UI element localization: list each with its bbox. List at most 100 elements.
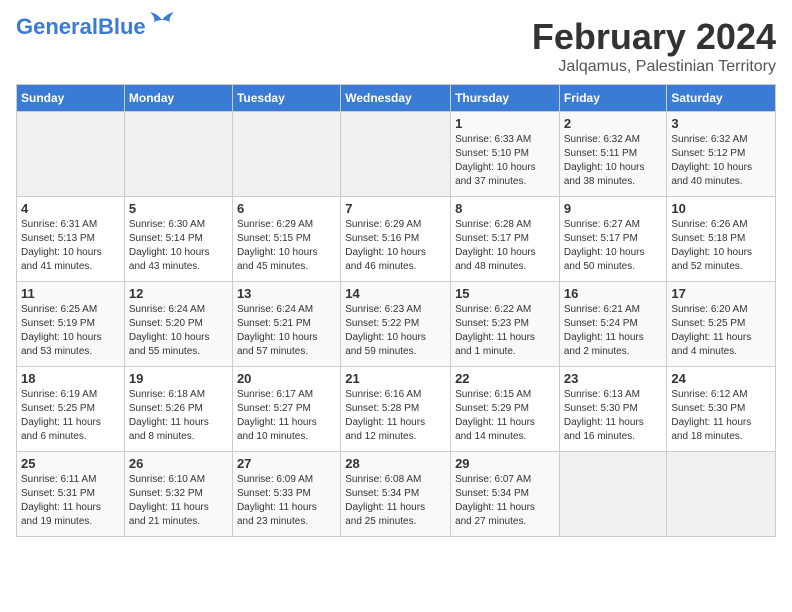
- logo-blue: Blue: [98, 14, 146, 39]
- day-cell: 29Sunrise: 6:07 AM Sunset: 5:34 PM Dayli…: [451, 452, 560, 537]
- day-cell: [559, 452, 667, 537]
- day-number: 18: [21, 371, 120, 386]
- week-row-1: 1 Sunrise: 6:33 AM Sunset: 5:10 PM Daylig…: [17, 112, 776, 197]
- day-info: Sunrise: 6:32 AM Sunset: 5:12 PM Dayligh…: [671, 133, 771, 189]
- day-cell: 20 Sunrise: 6:17 AM Sunset: 5:27 PM Dayli…: [232, 367, 340, 452]
- day-number: 19: [129, 371, 228, 386]
- day-header-sunday: Sunday: [17, 85, 125, 112]
- day-cell: 6 Sunrise: 6:29 AM Sunset: 5:15 PM Daylig…: [232, 197, 340, 282]
- day-cell: 28 Sunrise: 6:08 AM Sunset: 5:34 PM Dayli…: [341, 452, 451, 537]
- day-info: Sunrise: 6:17 AM Sunset: 5:27 PM Dayligh…: [237, 388, 336, 444]
- day-number: 29: [455, 456, 555, 471]
- day-info: Sunrise: 6:24 AM Sunset: 5:20 PM Dayligh…: [129, 303, 228, 359]
- day-info: Sunrise: 6:19 AM Sunset: 5:25 PM Dayligh…: [21, 388, 120, 444]
- day-cell: 14 Sunrise: 6:23 AM Sunset: 5:22 PM Dayli…: [341, 282, 451, 367]
- day-cell: 3 Sunrise: 6:32 AM Sunset: 5:12 PM Daylig…: [667, 112, 776, 197]
- day-info: Sunrise: 6:21 AM Sunset: 5:24 PM Dayligh…: [564, 303, 663, 359]
- day-cell: 13 Sunrise: 6:24 AM Sunset: 5:21 PM Dayli…: [232, 282, 340, 367]
- day-number: 24: [671, 371, 771, 386]
- day-info: Sunrise: 6:13 AM Sunset: 5:30 PM Dayligh…: [564, 388, 663, 444]
- logo-bird-icon: [148, 12, 176, 34]
- day-number: 20: [237, 371, 336, 386]
- day-cell: 8 Sunrise: 6:28 AM Sunset: 5:17 PM Daylig…: [451, 197, 560, 282]
- week-row-4: 18 Sunrise: 6:19 AM Sunset: 5:25 PM Dayli…: [17, 367, 776, 452]
- title-section: February 2024 Jalqamus, Palestinian Terr…: [532, 16, 776, 76]
- day-cell: 12 Sunrise: 6:24 AM Sunset: 5:20 PM Dayli…: [124, 282, 232, 367]
- day-cell: 5Sunrise: 6:30 AM Sunset: 5:14 PM Daylig…: [124, 197, 232, 282]
- day-cell: [341, 112, 451, 197]
- day-header-saturday: Saturday: [667, 85, 776, 112]
- day-header-monday: Monday: [124, 85, 232, 112]
- day-info: Sunrise: 6:32 AM Sunset: 5:11 PM Dayligh…: [564, 133, 663, 189]
- day-cell: [17, 112, 125, 197]
- day-number: 10: [671, 201, 771, 216]
- day-number: 27: [237, 456, 336, 471]
- day-number: 5: [129, 201, 228, 216]
- week-row-3: 11Sunrise: 6:25 AM Sunset: 5:19 PM Dayli…: [17, 282, 776, 367]
- day-info: Sunrise: 6:33 AM Sunset: 5:10 PM Dayligh…: [455, 133, 555, 189]
- day-cell: 1 Sunrise: 6:33 AM Sunset: 5:10 PM Daylig…: [451, 112, 560, 197]
- day-number: 7: [345, 201, 446, 216]
- day-cell: [232, 112, 340, 197]
- day-number: 1: [455, 116, 555, 131]
- day-info: Sunrise: 6:26 AM Sunset: 5:18 PM Dayligh…: [671, 218, 771, 274]
- day-info: Sunrise: 6:09 AM Sunset: 5:33 PM Dayligh…: [237, 473, 336, 529]
- logo-general: General: [16, 14, 98, 39]
- day-number: 16: [564, 286, 663, 301]
- day-info: Sunrise: 6:08 AM Sunset: 5:34 PM Dayligh…: [345, 473, 446, 529]
- day-number: 22: [455, 371, 555, 386]
- day-info: Sunrise: 6:18 AM Sunset: 5:26 PM Dayligh…: [129, 388, 228, 444]
- day-cell: 26 Sunrise: 6:10 AM Sunset: 5:32 PM Dayli…: [124, 452, 232, 537]
- day-number: 8: [455, 201, 555, 216]
- day-cell: 16 Sunrise: 6:21 AM Sunset: 5:24 PM Dayli…: [559, 282, 667, 367]
- day-cell: 9 Sunrise: 6:27 AM Sunset: 5:17 PM Daylig…: [559, 197, 667, 282]
- day-cell: 18 Sunrise: 6:19 AM Sunset: 5:25 PM Dayli…: [17, 367, 125, 452]
- days-header-row: SundayMondayTuesdayWednesdayThursdayFrid…: [17, 85, 776, 112]
- day-cell: 4Sunrise: 6:31 AM Sunset: 5:13 PM Daylig…: [17, 197, 125, 282]
- day-cell: 10 Sunrise: 6:26 AM Sunset: 5:18 PM Dayli…: [667, 197, 776, 282]
- day-number: 6: [237, 201, 336, 216]
- day-info: Sunrise: 6:23 AM Sunset: 5:22 PM Dayligh…: [345, 303, 446, 359]
- day-info: Sunrise: 6:11 AM Sunset: 5:31 PM Dayligh…: [21, 473, 120, 529]
- day-info: Sunrise: 6:12 AM Sunset: 5:30 PM Dayligh…: [671, 388, 771, 444]
- day-info: Sunrise: 6:29 AM Sunset: 5:15 PM Dayligh…: [237, 218, 336, 274]
- day-number: 28: [345, 456, 446, 471]
- day-cell: 7 Sunrise: 6:29 AM Sunset: 5:16 PM Daylig…: [341, 197, 451, 282]
- day-info: Sunrise: 6:29 AM Sunset: 5:16 PM Dayligh…: [345, 218, 446, 274]
- day-info: Sunrise: 6:24 AM Sunset: 5:21 PM Dayligh…: [237, 303, 336, 359]
- logo-text: GeneralBlue: [16, 16, 176, 38]
- day-number: 15: [455, 286, 555, 301]
- main-title: February 2024: [532, 16, 776, 58]
- day-info: Sunrise: 6:16 AM Sunset: 5:28 PM Dayligh…: [345, 388, 446, 444]
- day-cell: [667, 452, 776, 537]
- logo-name: GeneralBlue: [16, 16, 146, 38]
- day-info: Sunrise: 6:27 AM Sunset: 5:17 PM Dayligh…: [564, 218, 663, 274]
- day-number: 23: [564, 371, 663, 386]
- day-cell: 15 Sunrise: 6:22 AM Sunset: 5:23 PM Dayli…: [451, 282, 560, 367]
- day-header-thursday: Thursday: [451, 85, 560, 112]
- day-number: 17: [671, 286, 771, 301]
- logo: GeneralBlue: [16, 16, 176, 38]
- day-info: Sunrise: 6:28 AM Sunset: 5:17 PM Dayligh…: [455, 218, 555, 274]
- day-cell: 11Sunrise: 6:25 AM Sunset: 5:19 PM Dayli…: [17, 282, 125, 367]
- day-cell: 19 Sunrise: 6:18 AM Sunset: 5:26 PM Dayli…: [124, 367, 232, 452]
- day-number: 26: [129, 456, 228, 471]
- week-row-5: 25 Sunrise: 6:11 AM Sunset: 5:31 PM Dayli…: [17, 452, 776, 537]
- day-number: 25: [21, 456, 120, 471]
- day-number: 12: [129, 286, 228, 301]
- day-number: 14: [345, 286, 446, 301]
- day-cell: 21 Sunrise: 6:16 AM Sunset: 5:28 PM Dayli…: [341, 367, 451, 452]
- day-number: 13: [237, 286, 336, 301]
- day-cell: 17Sunrise: 6:20 AM Sunset: 5:25 PM Dayli…: [667, 282, 776, 367]
- day-info: Sunrise: 6:22 AM Sunset: 5:23 PM Dayligh…: [455, 303, 555, 359]
- day-number: 3: [671, 116, 771, 131]
- day-number: 9: [564, 201, 663, 216]
- day-number: 21: [345, 371, 446, 386]
- day-info: Sunrise: 6:31 AM Sunset: 5:13 PM Dayligh…: [21, 218, 120, 274]
- day-cell: 27 Sunrise: 6:09 AM Sunset: 5:33 PM Dayli…: [232, 452, 340, 537]
- calendar-table: SundayMondayTuesdayWednesdayThursdayFrid…: [16, 84, 776, 537]
- day-header-friday: Friday: [559, 85, 667, 112]
- day-number: 11: [21, 286, 120, 301]
- day-cell: 22Sunrise: 6:15 AM Sunset: 5:29 PM Dayli…: [451, 367, 560, 452]
- day-info: Sunrise: 6:10 AM Sunset: 5:32 PM Dayligh…: [129, 473, 228, 529]
